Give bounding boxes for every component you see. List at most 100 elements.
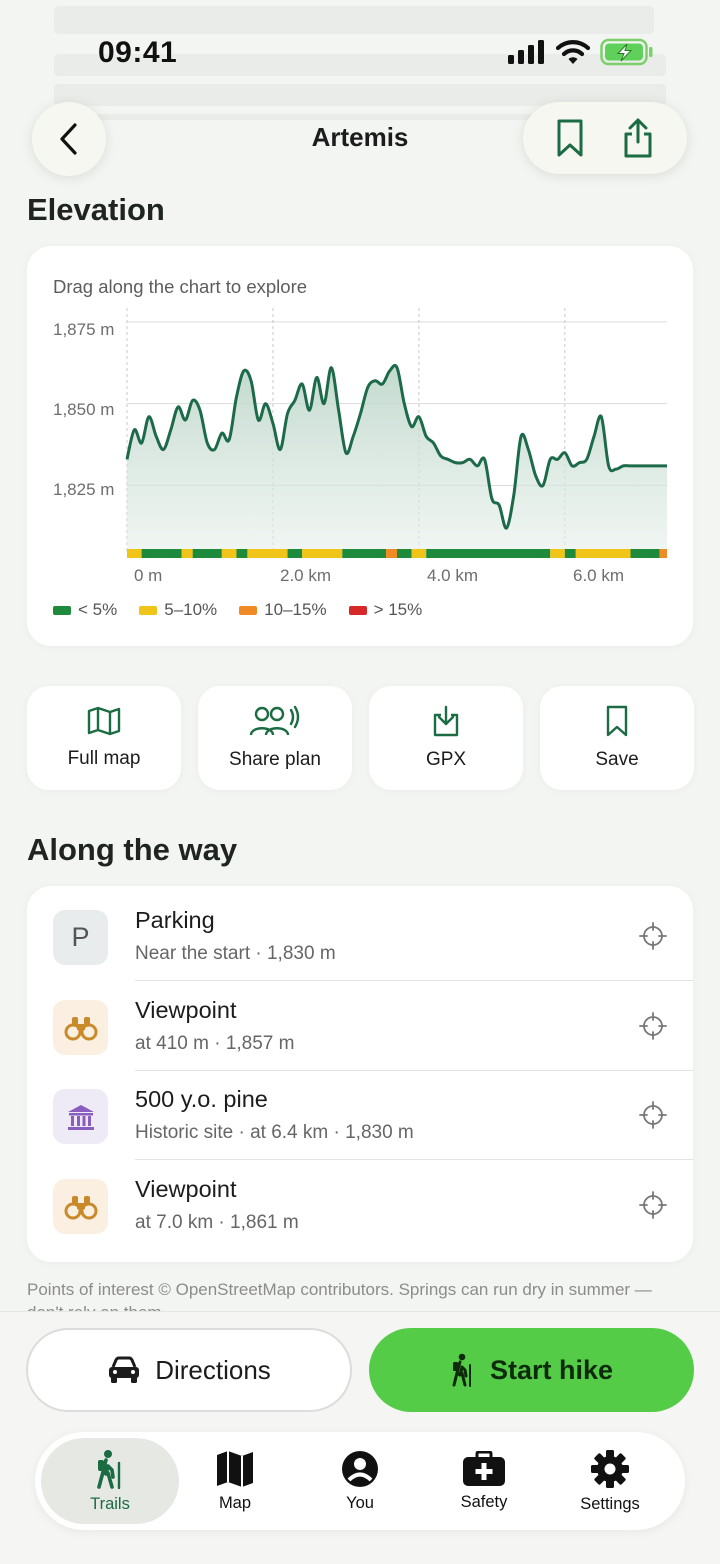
status-bar: 09:41 bbox=[0, 0, 720, 100]
binoculars-icon bbox=[53, 1000, 108, 1055]
attribution-footnote: Points of interest © OpenStreetMap contr… bbox=[27, 1280, 652, 1312]
signal-icon bbox=[508, 40, 544, 64]
tab-settings[interactable]: Settings bbox=[550, 1432, 670, 1530]
legend-item: 10–15% bbox=[239, 600, 327, 620]
start-hike-label: Start hike bbox=[489, 1354, 614, 1385]
locate-icon[interactable] bbox=[639, 1012, 667, 1040]
car-icon bbox=[109, 1356, 140, 1383]
grade-segment bbox=[426, 549, 551, 558]
start-hike-button[interactable]: Start hike bbox=[369, 1328, 694, 1412]
x-tick-label: 4.0 km bbox=[427, 566, 479, 585]
tab-label: Settings bbox=[580, 1494, 640, 1513]
legend-label: < 5% bbox=[78, 600, 118, 619]
list-item[interactable]: 500 y.o. pine Historic site · at 6.4 km … bbox=[27, 1071, 693, 1160]
poi-subtitle: at 410 m · 1,857 m bbox=[135, 1033, 295, 1054]
elevation-chart[interactable] bbox=[27, 246, 693, 576]
legend-swatch bbox=[348, 605, 367, 615]
locate-icon[interactable] bbox=[639, 1101, 667, 1129]
poi-subtitle: Near the start · 1,830 m bbox=[135, 943, 336, 964]
list-item[interactable]: P Parking Near the start · 1,830 m bbox=[27, 892, 693, 981]
grade-segment bbox=[127, 549, 142, 558]
grade-segment bbox=[236, 549, 248, 558]
x-tick-label: 2.0 km bbox=[280, 566, 332, 585]
legend-item: 5–10% bbox=[139, 600, 217, 620]
list-item[interactable]: Viewpoint at 7.0 km · 1,861 m bbox=[27, 1161, 693, 1250]
grade-segment bbox=[550, 549, 565, 558]
bottom-bar: Directions Start hike Trails Map You Saf… bbox=[0, 1311, 720, 1564]
grade-segment bbox=[411, 549, 427, 558]
grade-segment bbox=[630, 549, 660, 558]
first-aid-icon bbox=[463, 1450, 505, 1486]
divider bbox=[135, 980, 693, 981]
divider bbox=[135, 1159, 693, 1160]
bookmark-icon[interactable] bbox=[556, 118, 584, 158]
grade-segment bbox=[287, 549, 303, 558]
poi-name: Parking bbox=[135, 907, 215, 933]
poi-subtitle: Historic site · at 6.4 km · 1,830 m bbox=[135, 1122, 414, 1143]
map-icon bbox=[87, 706, 121, 736]
poi-name: 500 y.o. pine bbox=[135, 1086, 268, 1112]
along-section-title: Along the way bbox=[27, 832, 238, 867]
tab-label: Map bbox=[218, 1493, 252, 1512]
poi-list: P Parking Near the start · 1,830 m Viewp… bbox=[27, 886, 693, 1262]
legend-swatch bbox=[53, 605, 71, 615]
elevation-card[interactable]: Drag along the chart to explore 1,875 m … bbox=[27, 246, 693, 646]
share-plan-button[interactable]: Share plan bbox=[198, 686, 352, 790]
tab-label: You bbox=[346, 1493, 374, 1512]
tab-map[interactable]: Map bbox=[175, 1432, 295, 1530]
grade-segment bbox=[564, 549, 576, 558]
tab-bar: Trails Map You Safety Settings bbox=[35, 1432, 685, 1530]
legend-item: < 5% bbox=[53, 600, 117, 620]
grade-segment bbox=[575, 549, 631, 558]
binoculars-icon bbox=[53, 1179, 108, 1234]
list-item[interactable]: Viewpoint at 410 m · 1,857 m bbox=[27, 982, 693, 1071]
x-tick-label: 6.0 km bbox=[573, 566, 625, 585]
legend-label: > 15% bbox=[373, 600, 423, 619]
elevation-section-title: Elevation bbox=[27, 192, 165, 227]
hiker-icon bbox=[97, 1449, 121, 1489]
status-time: 09:41 bbox=[98, 36, 178, 69]
action-label: Full map bbox=[67, 748, 141, 769]
directions-button[interactable]: Directions bbox=[26, 1328, 352, 1412]
historic-site-icon bbox=[53, 1089, 108, 1144]
grade-segment bbox=[192, 549, 222, 558]
grade-segment bbox=[342, 549, 387, 558]
parking-icon: P bbox=[53, 910, 108, 965]
grade-segment bbox=[141, 549, 182, 558]
grade-segment bbox=[181, 549, 193, 558]
grade-segment bbox=[659, 549, 667, 558]
person-icon bbox=[342, 1450, 378, 1487]
locate-icon[interactable] bbox=[639, 922, 667, 950]
bookmark-icon bbox=[606, 705, 628, 737]
tab-you[interactable]: You bbox=[300, 1432, 420, 1530]
status-icons bbox=[508, 38, 654, 66]
navigation-bar: Artemis bbox=[0, 100, 720, 180]
grade-segment bbox=[397, 549, 412, 558]
legend-label: 10–15% bbox=[264, 600, 327, 619]
poi-name: Viewpoint bbox=[135, 997, 237, 1023]
tab-safety[interactable]: Safety bbox=[424, 1432, 544, 1530]
gpx-button[interactable]: GPX bbox=[369, 686, 523, 790]
group-share-icon bbox=[249, 705, 300, 736]
poi-name: Viewpoint bbox=[135, 1176, 237, 1202]
grade-segment bbox=[386, 549, 397, 558]
legend-item: > 15% bbox=[348, 600, 423, 620]
download-icon bbox=[433, 705, 459, 737]
locate-icon[interactable] bbox=[639, 1191, 667, 1219]
tab-label: Trails bbox=[90, 1494, 130, 1513]
x-tick-label: 0 m bbox=[134, 566, 163, 585]
grade-segment bbox=[221, 549, 237, 558]
tab-trails[interactable]: Trails bbox=[41, 1438, 179, 1524]
directions-label: Directions bbox=[155, 1354, 271, 1385]
gear-icon bbox=[591, 1449, 629, 1488]
save-button[interactable]: Save bbox=[540, 686, 694, 790]
action-label: Save bbox=[595, 749, 639, 770]
full-map-button[interactable]: Full map bbox=[27, 686, 181, 790]
poi-subtitle: at 7.0 km · 1,861 m bbox=[135, 1212, 299, 1233]
map-icon bbox=[217, 1450, 253, 1487]
action-label: GPX bbox=[425, 749, 467, 770]
legend-label: 5–10% bbox=[164, 600, 218, 619]
wifi-icon bbox=[556, 40, 590, 64]
share-icon[interactable] bbox=[621, 117, 655, 159]
tab-label: Safety bbox=[460, 1492, 508, 1511]
